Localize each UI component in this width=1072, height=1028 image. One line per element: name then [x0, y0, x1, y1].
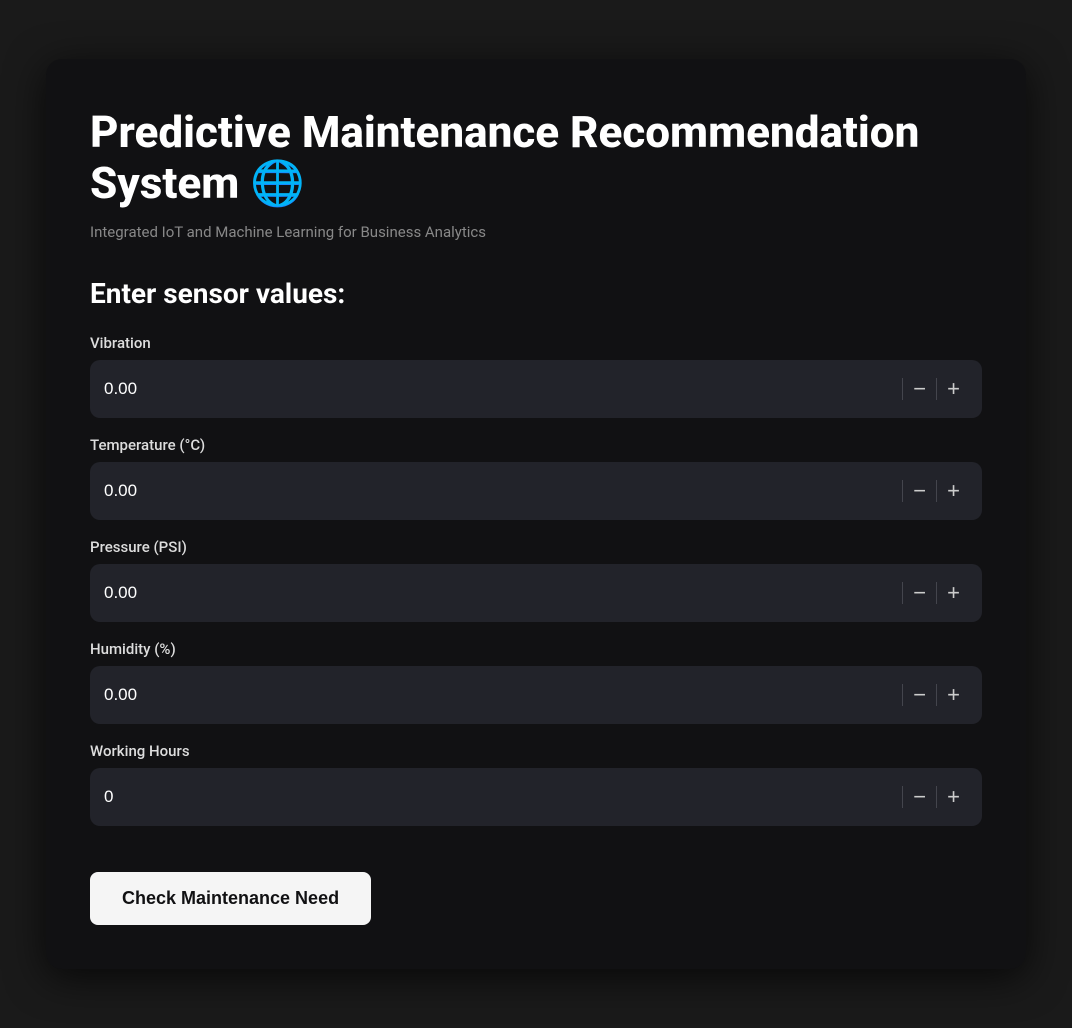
field-group-humidity: Humidity (%) −+ [90, 640, 982, 724]
stepper-divider [936, 684, 937, 706]
input-working_hours[interactable] [104, 787, 900, 807]
input-row-pressure: −+ [90, 564, 982, 622]
input-row-working_hours: −+ [90, 768, 982, 826]
input-vibration[interactable] [104, 379, 900, 399]
decrement-pressure[interactable]: − [905, 564, 934, 622]
stepper-divider [902, 480, 903, 502]
app-title: Predictive Maintenance Recommendation Sy… [90, 107, 982, 208]
decrement-working_hours[interactable]: − [905, 768, 934, 826]
stepper-divider [902, 684, 903, 706]
input-row-temperature: −+ [90, 462, 982, 520]
field-group-pressure: Pressure (PSI) −+ [90, 538, 982, 622]
decrement-temperature[interactable]: − [905, 462, 934, 520]
increment-pressure[interactable]: + [939, 564, 968, 622]
label-working_hours: Working Hours [90, 742, 982, 760]
label-temperature: Temperature (°C) [90, 436, 982, 454]
stepper-divider [936, 582, 937, 604]
fields-container: Vibration−+Temperature (°C)−+Pressure (P… [90, 334, 982, 826]
stepper-divider [936, 378, 937, 400]
stepper-divider [936, 480, 937, 502]
input-row-vibration: −+ [90, 360, 982, 418]
field-group-temperature: Temperature (°C) −+ [90, 436, 982, 520]
increment-temperature[interactable]: + [939, 462, 968, 520]
input-humidity[interactable] [104, 685, 900, 705]
stepper-divider [902, 786, 903, 808]
decrement-humidity[interactable]: − [905, 666, 934, 724]
stepper-divider [902, 378, 903, 400]
label-pressure: Pressure (PSI) [90, 538, 982, 556]
stepper-divider [902, 582, 903, 604]
label-vibration: Vibration [90, 334, 982, 352]
input-pressure[interactable] [104, 583, 900, 603]
increment-vibration[interactable]: + [939, 360, 968, 418]
main-card: Predictive Maintenance Recommendation Sy… [46, 59, 1026, 968]
field-group-vibration: Vibration −+ [90, 334, 982, 418]
input-temperature[interactable] [104, 481, 900, 501]
field-group-working_hours: Working Hours −+ [90, 742, 982, 826]
increment-working_hours[interactable]: + [939, 768, 968, 826]
app-subtitle: Integrated IoT and Machine Learning for … [90, 223, 982, 241]
label-humidity: Humidity (%) [90, 640, 982, 658]
input-row-humidity: −+ [90, 666, 982, 724]
section-title: Enter sensor values: [90, 277, 982, 310]
increment-humidity[interactable]: + [939, 666, 968, 724]
stepper-divider [936, 786, 937, 808]
check-maintenance-button[interactable]: Check Maintenance Need [90, 872, 371, 925]
decrement-vibration[interactable]: − [905, 360, 934, 418]
